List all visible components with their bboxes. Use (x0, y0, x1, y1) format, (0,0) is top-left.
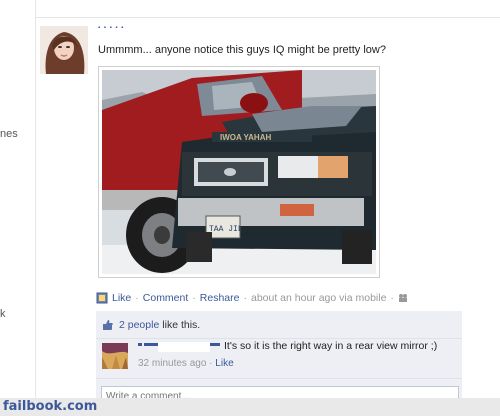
post-timestamp[interactable]: about an hour ago via mobile (251, 292, 386, 304)
separator-dot: · (243, 292, 247, 304)
likers-link[interactable]: 2 people (119, 319, 159, 331)
column-divider (35, 0, 36, 416)
header-divider (35, 17, 500, 18)
comment-timestamp[interactable]: 32 minutes ago (138, 358, 206, 369)
separator-dot: · (192, 292, 196, 304)
top-bar (0, 0, 500, 22)
windshield-text: IWOA YAHAH (220, 133, 271, 142)
sidebar-cropped-text[interactable]: nes (0, 128, 18, 140)
feedback-box: 2 people like this. It's so it is the ri… (96, 311, 462, 411)
reshare-link[interactable]: Reshare (200, 292, 240, 304)
poster-name-redacted[interactable]: ▪ ▪ ▪ ▪ ▪ (98, 25, 124, 31)
likes-summary: 2 people like this. (96, 311, 462, 339)
watermark-bar: failbook.com (0, 398, 500, 416)
separator-dot: · (390, 292, 394, 304)
poster-avatar[interactable] (40, 26, 88, 74)
post-action-bar: Like · Comment · Reshare · about an hour… (96, 290, 462, 306)
comment-text: It's so it is the right way in a rear vi… (224, 340, 438, 352)
license-plate-text: TAA JIL (209, 225, 243, 234)
likes-suffix: like this. (162, 318, 201, 331)
audience-icon (96, 292, 108, 304)
post-photo[interactable]: IWOA YAHAH TAA JIL (98, 66, 380, 278)
photo-trucks: IWOA YAHAH TAA JIL (102, 70, 376, 274)
post-text: Ummmm... anyone notice this guys IQ migh… (98, 44, 386, 56)
comment: It's so it is the right way in a rear vi… (96, 339, 462, 379)
sidebar-cropped-text-2[interactable]: k (0, 308, 6, 320)
separator-dot: · (135, 292, 139, 304)
privacy-icon[interactable] (398, 293, 408, 303)
thumbs-up-icon (102, 319, 114, 331)
comment-meta: 32 minutes ago · Like (138, 358, 234, 369)
commenter-name-redacted[interactable] (138, 342, 220, 353)
comment-link[interactable]: Comment (143, 292, 189, 304)
watermark-text: failbook.com (3, 399, 98, 414)
comment-like-link[interactable]: Like (215, 358, 233, 369)
commenter-avatar[interactable] (102, 343, 128, 369)
like-link[interactable]: Like (112, 292, 131, 304)
